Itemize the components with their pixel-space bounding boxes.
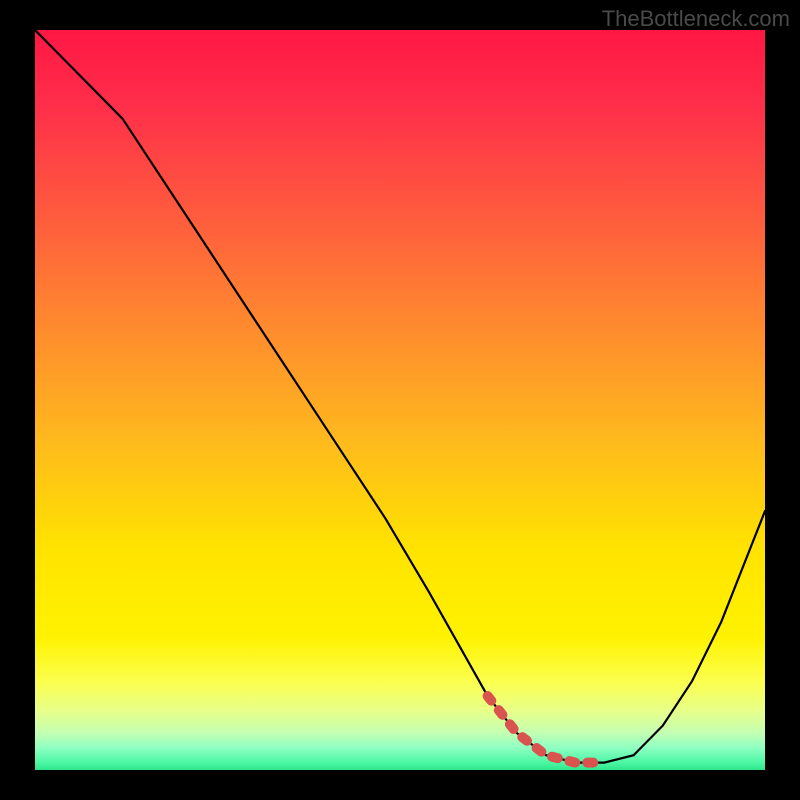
curve-line [35,30,765,763]
watermark-text: TheBottleneck.com [602,6,790,32]
plot-area [35,30,765,770]
trough-highlight [488,696,605,763]
bottleneck-curve [35,30,765,770]
